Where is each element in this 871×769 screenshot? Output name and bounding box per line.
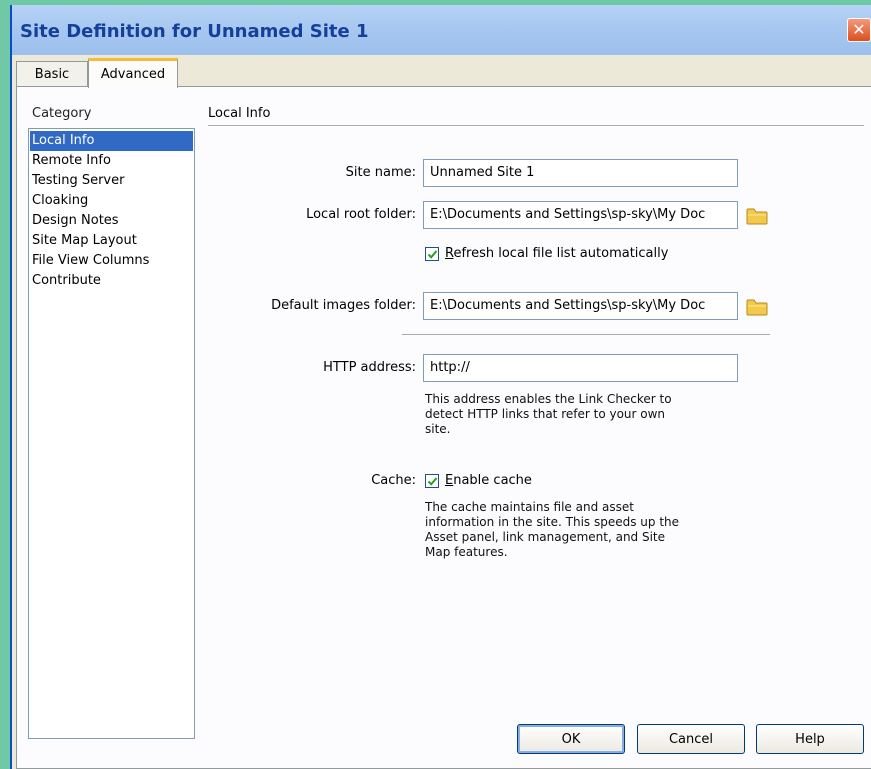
enable-cache-label[interactable]: Enable cache — [445, 473, 532, 488]
http-address-description: This address enables the Link Checker to… — [425, 392, 672, 436]
cancel-button[interactable]: Cancel — [637, 724, 745, 754]
local-root-folder-input[interactable]: E:\Documents and Settings\sp-sky\My Doc — [423, 201, 738, 229]
close-button[interactable]: ✕ — [847, 18, 871, 42]
ok-button[interactable]: OK — [517, 724, 625, 754]
refresh-label[interactable]: Refresh local file list automatically — [445, 246, 668, 261]
refresh-checkbox[interactable] — [425, 247, 439, 261]
category-item-site-map-layout[interactable]: Site Map Layout — [30, 231, 193, 251]
cache-description: The cache maintains file and asset infor… — [425, 500, 680, 559]
window-title: Site Definition for Unnamed Site 1 — [20, 21, 369, 42]
default-images-folder-label: Default images folder: — [271, 298, 416, 313]
checkmark-icon — [427, 477, 438, 486]
folder-icon[interactable] — [746, 298, 768, 316]
title-bar[interactable]: Site Definition for Unnamed Site 1 ✕ — [12, 5, 871, 55]
enable-cache-checkbox[interactable] — [425, 474, 439, 488]
checkmark-icon — [427, 250, 438, 259]
http-address-input[interactable]: http:// — [423, 354, 738, 382]
cache-label: Cache: — [371, 473, 416, 488]
enable-cache-label-text: nable cache — [453, 473, 532, 488]
refresh-label-text: efresh local file list automatically — [453, 246, 669, 261]
category-list[interactable]: Local Info Remote Info Testing Server Cl… — [28, 128, 195, 739]
enable-cache-mnemonic: E — [445, 473, 454, 488]
category-label: Category — [32, 106, 92, 121]
category-item-cloaking[interactable]: Cloaking — [30, 191, 193, 211]
tab-basic[interactable]: Basic — [16, 61, 88, 87]
category-item-design-notes[interactable]: Design Notes — [30, 211, 193, 231]
site-name-label: Site name: — [345, 165, 416, 180]
category-item-remote-info[interactable]: Remote Info — [30, 151, 193, 171]
site-name-input[interactable]: Unnamed Site 1 — [423, 159, 738, 187]
section-divider — [208, 125, 864, 126]
category-item-local-info[interactable]: Local Info — [30, 131, 193, 151]
default-images-folder-input[interactable]: E:\Documents and Settings\sp-sky\My Doc — [423, 292, 738, 320]
folder-icon[interactable] — [746, 207, 768, 225]
http-address-label: HTTP address: — [323, 360, 416, 375]
category-item-file-view-columns[interactable]: File View Columns — [30, 251, 193, 271]
category-item-testing-server[interactable]: Testing Server — [30, 171, 193, 191]
tab-advanced[interactable]: Advanced — [88, 58, 178, 88]
section-title: Local Info — [208, 106, 271, 121]
close-icon: ✕ — [852, 20, 866, 39]
category-item-contribute[interactable]: Contribute — [30, 271, 193, 291]
form-separator — [402, 334, 770, 335]
help-button[interactable]: Help — [756, 724, 864, 754]
desktop-background — [0, 0, 10, 769]
local-root-folder-label: Local root folder: — [306, 207, 416, 222]
